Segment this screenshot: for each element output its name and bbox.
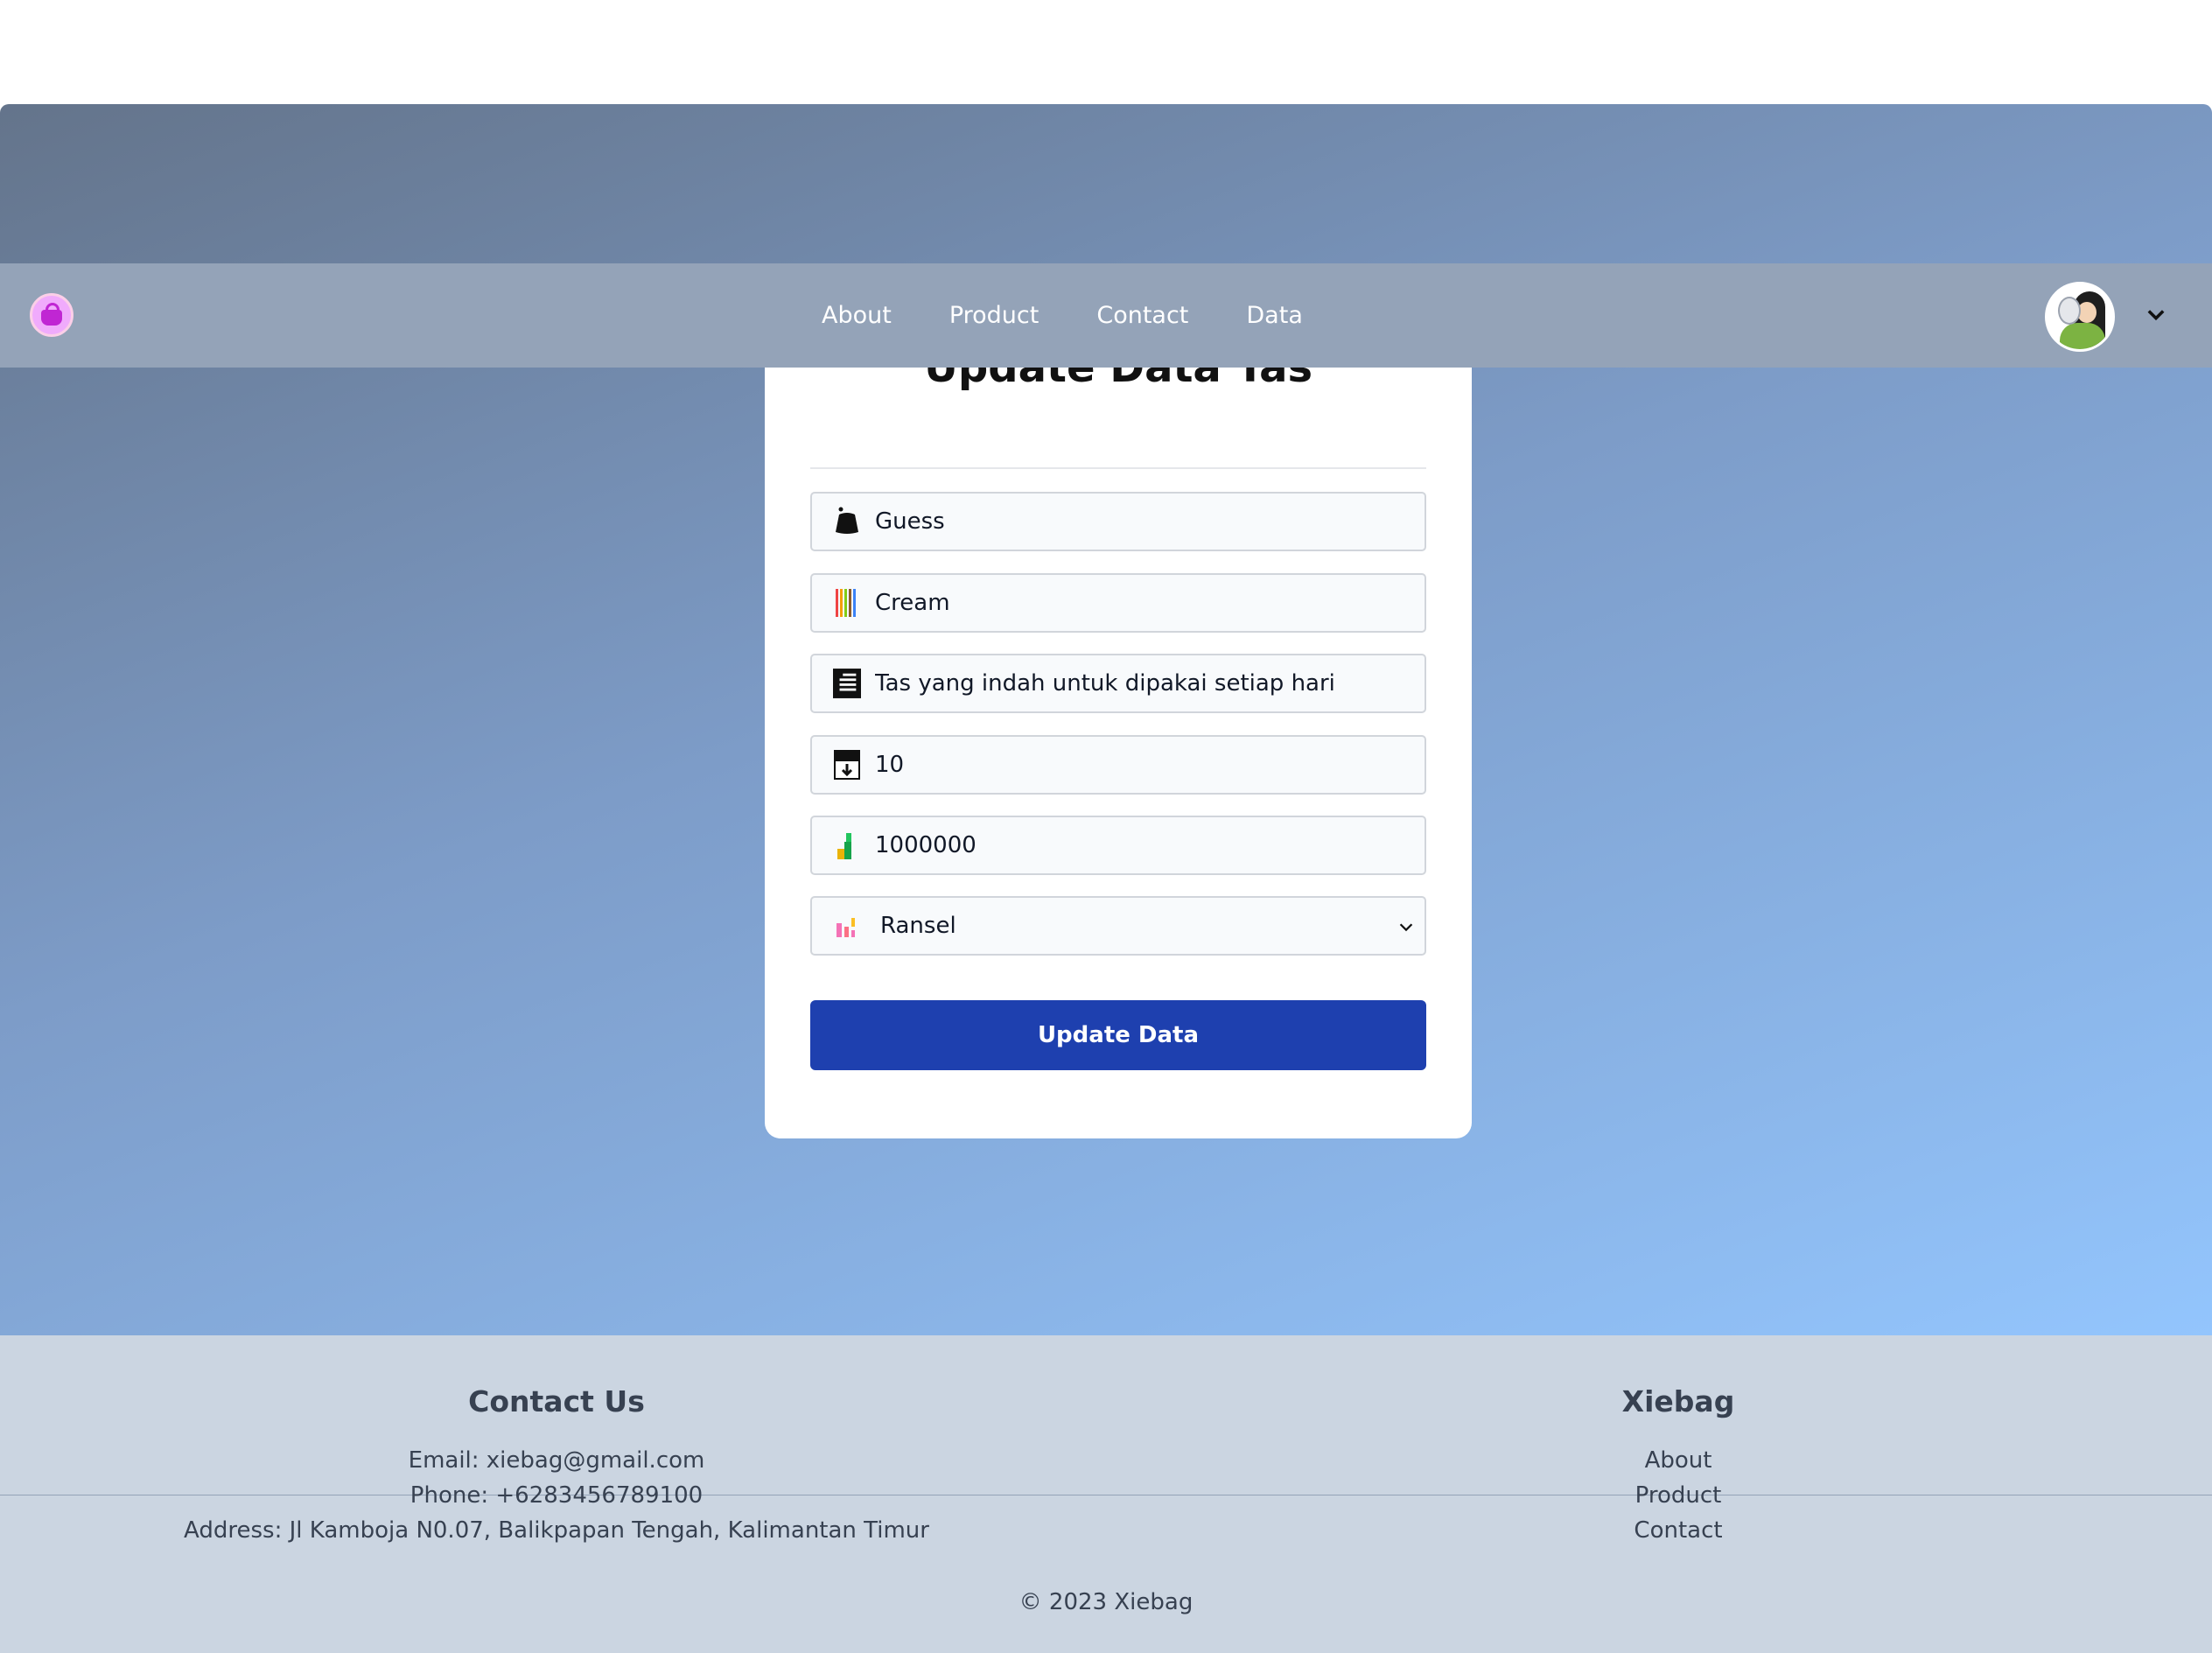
category-select[interactable]: Ransel xyxy=(875,898,1424,954)
footer-link-about[interactable]: About xyxy=(1503,1443,1853,1478)
price-input[interactable] xyxy=(875,817,1424,873)
update-form-card: Update Data Tas Guess Cream Tas yang ind… xyxy=(765,298,1472,1138)
footer: Contact Us Email: xiebag@gmail.com Phone… xyxy=(0,1335,2212,1653)
footer-phone: Phone: +6283456789100 xyxy=(410,1482,704,1509)
nav-link-contact[interactable]: Contact xyxy=(1096,302,1188,329)
color-field xyxy=(810,573,1426,633)
footer-contact: Contact Us Email: xiebag@gmail.com Phone… xyxy=(175,1384,938,1548)
document-icon xyxy=(833,668,861,699)
nav-link-product[interactable]: Product xyxy=(949,302,1040,329)
bar-chart-icon xyxy=(833,910,861,942)
price-field xyxy=(810,816,1426,875)
inbox-tray-icon xyxy=(833,749,861,781)
footer-link-contact[interactable]: Contact xyxy=(1503,1513,1853,1548)
color-palette-icon xyxy=(833,587,861,619)
footer-contact-heading: Contact Us xyxy=(468,1384,645,1418)
bag-icon xyxy=(833,506,861,537)
footer-address: Address: Jl Kamboja N0.07, Balikpapan Te… xyxy=(184,1517,929,1544)
update-data-button[interactable]: Update Data xyxy=(810,1000,1426,1070)
user-avatar[interactable] xyxy=(2045,282,2115,352)
footer-brand: Xiebag About Product Contact xyxy=(1503,1384,1853,1548)
money-icon xyxy=(833,830,861,861)
handbag-logo-icon[interactable] xyxy=(30,293,74,337)
category-field: Ransel xyxy=(810,896,1426,956)
divider xyxy=(810,467,1426,469)
copyright: © 2023 Xiebag xyxy=(1018,1589,1194,1615)
brand-field xyxy=(810,492,1426,551)
nav-link-about[interactable]: About xyxy=(822,302,892,329)
stock-input[interactable] xyxy=(875,737,1424,793)
footer-email: Email: xiebag@gmail.com xyxy=(408,1447,705,1474)
stock-field xyxy=(810,735,1426,795)
navbar: About Product Contact Data xyxy=(0,263,2212,368)
description-input[interactable] xyxy=(875,655,1424,711)
color-input[interactable] xyxy=(875,575,1424,631)
footer-link-product[interactable]: Product xyxy=(1503,1478,1853,1513)
chevron-down-icon[interactable] xyxy=(2144,302,2168,326)
description-field xyxy=(810,654,1426,713)
brand-input[interactable] xyxy=(875,494,1424,550)
nav-links: About Product Contact Data xyxy=(822,263,1303,368)
nav-link-data[interactable]: Data xyxy=(1246,302,1302,329)
footer-brand-heading: Xiebag xyxy=(1621,1384,1735,1418)
